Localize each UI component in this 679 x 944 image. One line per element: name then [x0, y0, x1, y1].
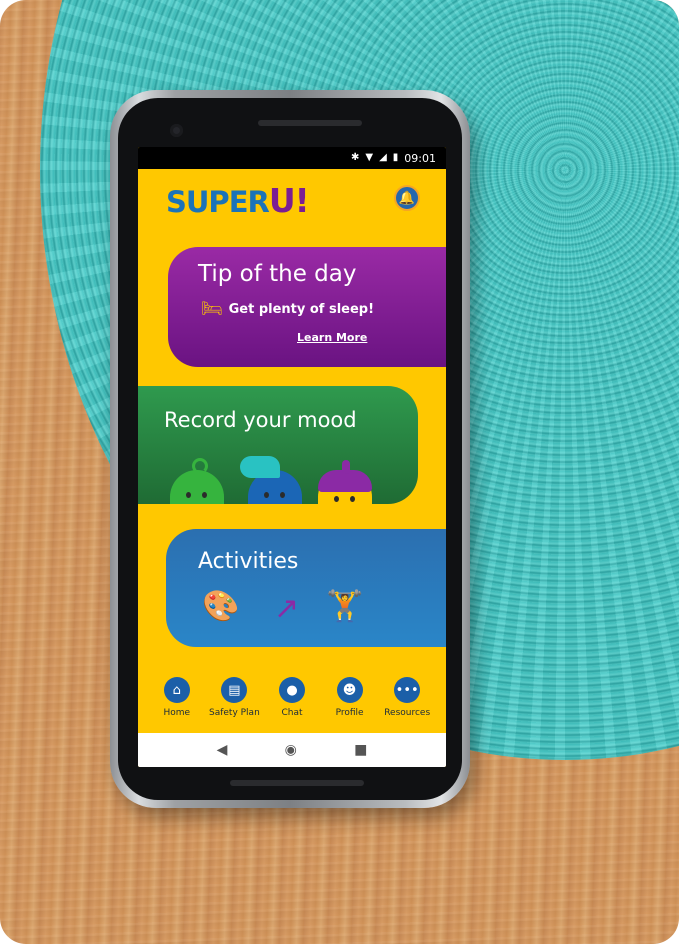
- mood-card-title: Record your mood: [164, 408, 357, 432]
- green-face-icon: [170, 458, 224, 504]
- home-icon: ⌂: [163, 677, 190, 703]
- back-icon[interactable]: ◀: [217, 742, 228, 758]
- bottom-nav: ⌂ Home ▤ Safety Plan ● Chat ☻ Profile ••…: [138, 677, 446, 733]
- nav-label: Profile: [335, 708, 364, 718]
- earpiece-speaker: [258, 120, 362, 126]
- blue-face-icon: [240, 456, 302, 504]
- notification-bell-icon[interactable]: 🔔: [394, 185, 420, 211]
- status-bar: ✱ ▼ ◢ ▮ 09:01: [138, 147, 446, 169]
- logo-u: U!: [268, 181, 310, 220]
- nav-label: Home: [163, 708, 191, 718]
- nav-item-profile[interactable]: ☻ Profile: [322, 677, 378, 733]
- signal-icon: ◢: [379, 152, 387, 163]
- clipboard-icon: ▤: [221, 677, 248, 703]
- tip-row: 🛏 Get plenty of sleep!: [201, 299, 374, 319]
- dumbbell-icon: 🏋: [326, 589, 364, 624]
- app-logo: SUPERU!: [166, 181, 310, 220]
- tip-text: Get plenty of sleep!: [228, 301, 375, 317]
- nav-label: Safety Plan: [208, 708, 260, 718]
- system-nav-bar: ◀ ◉ ■: [138, 733, 446, 767]
- nav-item-home[interactable]: ⌂ Home: [149, 677, 205, 733]
- nav-item-resources[interactable]: ••• Resources: [379, 677, 435, 733]
- yellow-face-icon: [318, 460, 372, 504]
- nav-item-chat[interactable]: ● Chat: [264, 677, 320, 733]
- nav-label: Chat: [281, 708, 303, 718]
- record-mood-card[interactable]: Record your mood: [138, 386, 418, 504]
- front-camera: [170, 124, 183, 137]
- battery-icon: ▮: [392, 152, 399, 163]
- profile-icon: ☻: [336, 677, 363, 703]
- bed-icon: 🛏: [201, 299, 223, 319]
- arrow-icon: ↗: [274, 591, 300, 626]
- learn-more-link[interactable]: Learn More: [297, 331, 367, 344]
- status-time: 09:01: [404, 151, 436, 165]
- chat-icon: ●: [278, 677, 305, 703]
- logo-super: SUPER: [166, 185, 270, 219]
- bluetooth-icon: ✱: [350, 152, 360, 163]
- tip-card-title: Tip of the day: [198, 261, 357, 287]
- nav-label: Resources: [384, 708, 431, 718]
- photo-background: ✱ ▼ ◢ ▮ 09:01 SUPERU! 🔔 Tip of the day 🛏…: [0, 0, 679, 944]
- tip-of-the-day-card[interactable]: Tip of the day 🛏 Get plenty of sleep! Le…: [168, 247, 446, 367]
- bottom-speaker: [230, 780, 364, 786]
- wifi-icon: ▼: [365, 152, 374, 163]
- activities-card-title: Activities: [198, 549, 299, 574]
- home-button-icon[interactable]: ◉: [285, 742, 297, 758]
- nav-item-safety-plan[interactable]: ▤ Safety Plan: [206, 677, 262, 733]
- phone-screen: ✱ ▼ ◢ ▮ 09:01 SUPERU! 🔔 Tip of the day 🛏…: [138, 147, 446, 767]
- paint-palette-icon: 🎨: [202, 589, 240, 624]
- activities-card[interactable]: Activities 🎨 ↗ 🏋: [166, 529, 446, 647]
- recents-icon[interactable]: ■: [354, 742, 367, 758]
- more-icon: •••: [394, 677, 421, 703]
